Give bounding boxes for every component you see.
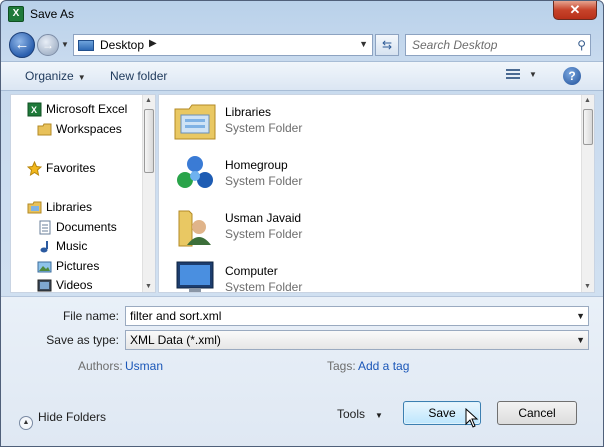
tools-button[interactable]: Tools ▼ xyxy=(337,407,383,421)
cancel-button[interactable]: Cancel xyxy=(497,401,577,425)
window-title: Save As xyxy=(30,7,75,21)
chevron-down-icon: ▼ xyxy=(375,411,383,420)
navigation-pane[interactable]: X Microsoft Excel Workspaces Favorites L… xyxy=(10,94,156,293)
forward-button[interactable]: → xyxy=(37,34,59,56)
help-button[interactable]: ? xyxy=(563,67,581,85)
hide-folders-button[interactable]: ▲ Hide Folders xyxy=(19,410,106,430)
address-bar[interactable]: Desktop ▶ ▼ xyxy=(73,34,373,56)
search-icon[interactable]: ⚲ xyxy=(577,38,586,52)
file-item-libraries[interactable]: Libraries System Folder xyxy=(173,97,563,147)
new-folder-button[interactable]: New folder xyxy=(110,69,167,83)
views-dropdown-icon[interactable]: ▼ xyxy=(529,70,537,79)
organize-label: Organize xyxy=(25,69,74,83)
file-name-label: File name: xyxy=(62,309,119,323)
file-item-computer[interactable]: Computer System Folder xyxy=(173,256,563,292)
homegroup-icon xyxy=(177,156,213,188)
svg-text:X: X xyxy=(31,105,37,115)
save-as-dialog: X Save As ✕ ← → ▼ Desktop ▶ ▼ ⇆ Search D… xyxy=(0,0,604,447)
excel-app-icon: X xyxy=(8,6,24,22)
command-toolbar: Organize ▼ New folder ▼ ? xyxy=(1,61,603,91)
file-name-value[interactable]: filter and sort.xml xyxy=(130,309,221,323)
address-location[interactable]: Desktop xyxy=(100,38,144,52)
star-icon xyxy=(27,161,42,176)
folder-icon xyxy=(37,123,52,136)
navigation-bar: ← → ▼ Desktop ▶ ▼ ⇆ Search Desktop ⚲ xyxy=(1,29,603,61)
save-as-type-value[interactable]: XML Data (*.xml) xyxy=(130,333,221,347)
nav-scroll-thumb[interactable] xyxy=(144,109,154,173)
file-list-scrollbar[interactable]: ▲ ▼ xyxy=(581,95,594,292)
documents-icon xyxy=(39,220,51,235)
chevron-down-icon[interactable]: ▼ xyxy=(576,311,585,321)
hide-folders-label: Hide Folders xyxy=(38,410,107,424)
desktop-icon xyxy=(78,40,94,51)
authors-value[interactable]: Usman xyxy=(125,359,163,373)
mouse-cursor-icon xyxy=(465,408,479,428)
pictures-icon xyxy=(37,261,52,273)
nav-scrollbar[interactable]: ▲ ▼ xyxy=(142,95,155,292)
change-view-icon[interactable] xyxy=(506,69,520,83)
search-placeholder: Search Desktop xyxy=(412,38,498,52)
libraries-folder-icon xyxy=(174,104,216,140)
authors-label: Authors: xyxy=(78,359,123,373)
title-bar: X Save As ✕ xyxy=(1,1,603,29)
file-name-field[interactable]: filter and sort.xml ▼ xyxy=(125,306,589,326)
file-item-usman-javaid[interactable]: Usman Javaid System Folder xyxy=(173,203,563,253)
save-as-type-select[interactable]: XML Data (*.xml) ▼ xyxy=(125,330,589,350)
chevron-up-icon: ▲ xyxy=(19,416,33,430)
videos-icon xyxy=(37,279,52,292)
libraries-icon xyxy=(27,201,42,214)
user-folder-icon xyxy=(178,210,211,247)
scroll-down-icon[interactable]: ▼ xyxy=(145,283,152,290)
file-item-homegroup[interactable]: Homegroup System Folder xyxy=(173,150,563,200)
music-icon xyxy=(40,241,48,253)
address-dropdown-icon[interactable]: ▼ xyxy=(359,39,368,49)
refresh-button[interactable]: ⇆ xyxy=(375,34,399,56)
close-button[interactable]: ✕ xyxy=(553,1,597,20)
computer-icon xyxy=(176,261,214,292)
chevron-down-icon: ▼ xyxy=(77,73,86,82)
tags-label: Tags: xyxy=(327,359,356,373)
excel-icon: X xyxy=(27,102,42,117)
file-list[interactable]: Libraries System Folder Homegroup System… xyxy=(158,94,595,293)
search-input[interactable]: Search Desktop ⚲ xyxy=(405,34,591,56)
file-list-scroll-thumb[interactable] xyxy=(583,109,593,145)
recent-locations-dropdown[interactable]: ▼ xyxy=(61,41,70,49)
chevron-right-icon[interactable]: ▶ xyxy=(149,38,157,49)
save-as-type-label: Save as type: xyxy=(46,333,119,347)
scroll-up-icon[interactable]: ▲ xyxy=(145,97,152,104)
tools-label: Tools xyxy=(337,407,366,421)
chevron-down-icon[interactable]: ▼ xyxy=(576,335,585,345)
scroll-up-icon[interactable]: ▲ xyxy=(584,97,591,104)
back-button[interactable]: ← xyxy=(9,32,35,58)
scroll-down-icon[interactable]: ▼ xyxy=(584,283,591,290)
save-options-panel: File name: filter and sort.xml ▼ Save as… xyxy=(1,296,603,446)
organize-button[interactable]: Organize ▼ xyxy=(25,69,86,83)
tags-input[interactable]: Add a tag xyxy=(358,359,409,373)
